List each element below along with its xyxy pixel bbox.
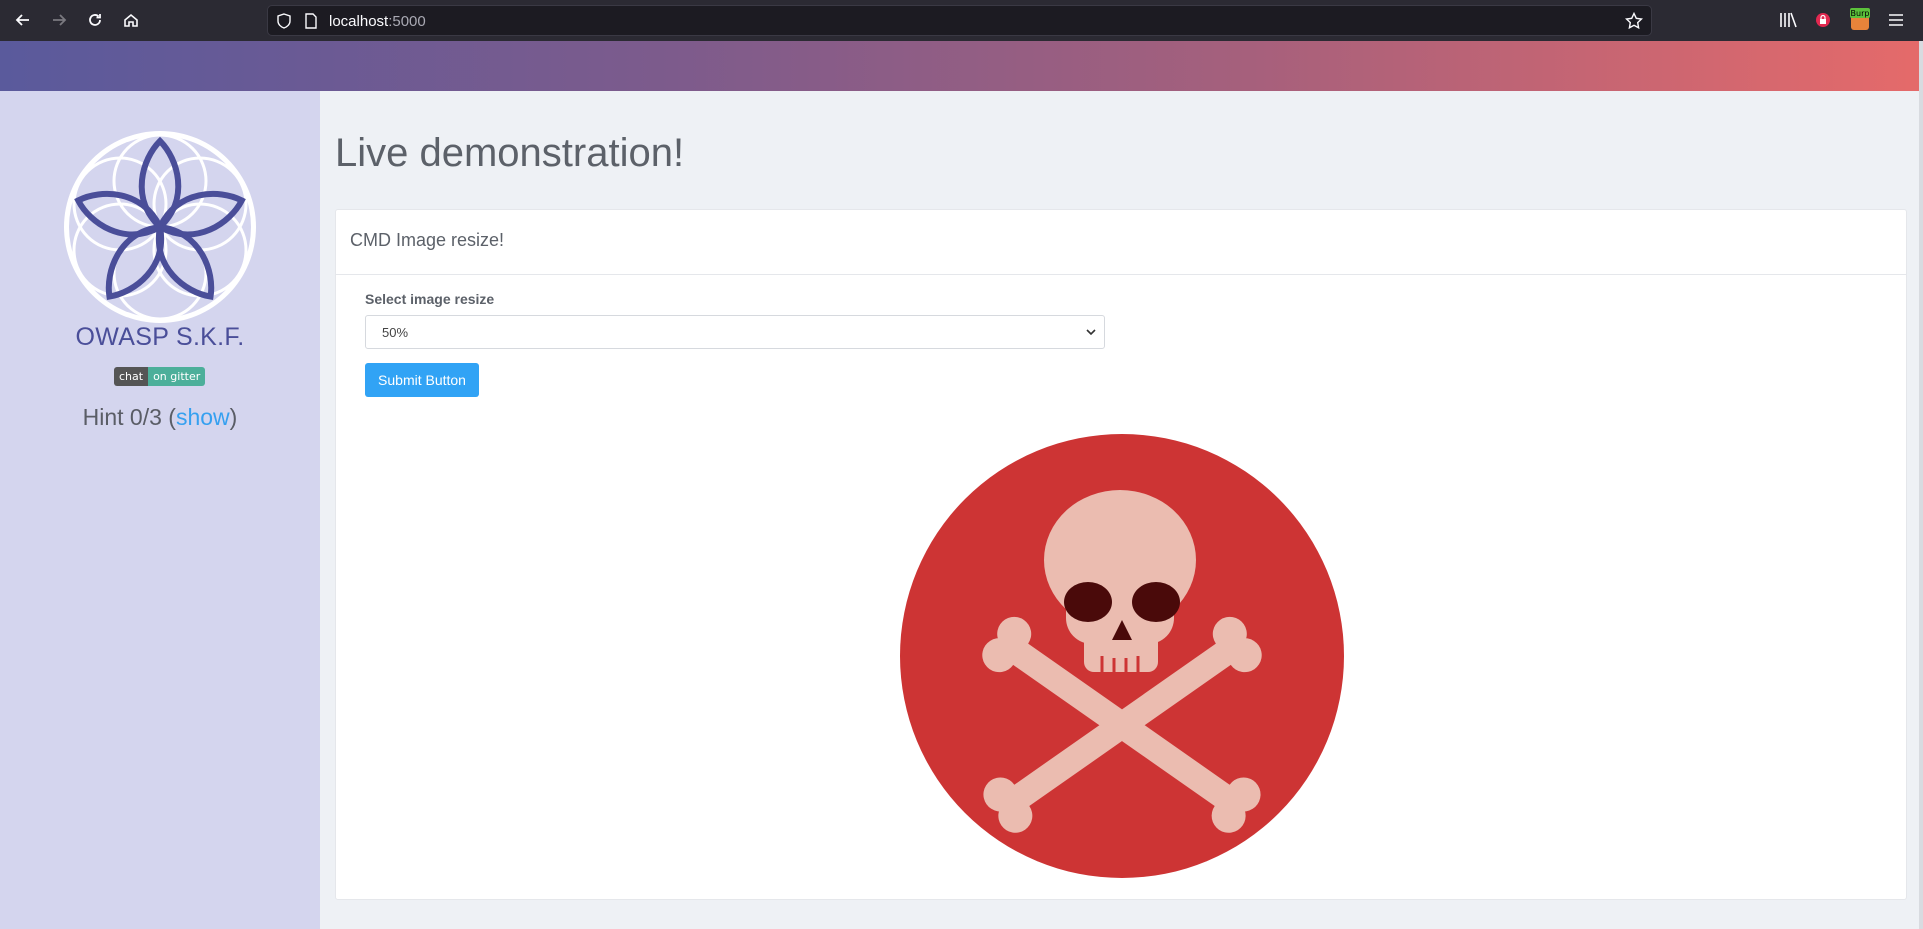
demo-card: CMD Image resize! Select image resize 50…	[335, 209, 1907, 900]
address-bar[interactable]: localhost:5000	[267, 5, 1652, 36]
url-host: localhost	[329, 13, 389, 30]
skull-crossbones-image	[900, 434, 1344, 878]
back-icon[interactable]	[10, 7, 36, 33]
browser-toolbar: localhost:5000 Burp	[0, 0, 1923, 41]
url-port: :5000	[388, 13, 426, 30]
sidebar: OWASP S.K.F. chat on gitter Hint 0/3 (sh…	[0, 91, 320, 929]
main-content: Live demonstration! CMD Image resize! Se…	[320, 91, 1923, 929]
brand-title: OWASP S.K.F.	[75, 323, 245, 351]
hint-counter: Hint 0/3 (show)	[0, 404, 320, 431]
bookmark-star-icon[interactable]	[1625, 12, 1643, 30]
page-info-icon[interactable]	[303, 13, 319, 29]
burp-extension-icon[interactable]: Burp	[1848, 8, 1872, 32]
page-title: Live demonstration!	[335, 131, 685, 175]
badge-gitter-label: on gitter	[148, 367, 206, 386]
reload-icon[interactable]	[82, 7, 108, 33]
gitter-chat-badge[interactable]: chat on gitter	[114, 367, 206, 386]
home-icon[interactable]	[118, 7, 144, 33]
select-label: Select image resize	[365, 291, 495, 307]
submit-button[interactable]: Submit Button	[365, 363, 479, 397]
scrollbar[interactable]	[1919, 41, 1923, 929]
forward-icon[interactable]	[46, 7, 72, 33]
show-hint-link[interactable]: show	[176, 404, 230, 430]
url-text[interactable]: localhost:5000	[329, 13, 426, 30]
chevron-down-icon	[1086, 329, 1096, 336]
image-resize-select[interactable]: 50%	[365, 315, 1105, 349]
owasp-skf-logo-icon	[64, 131, 256, 323]
library-icon[interactable]	[1776, 8, 1800, 32]
badge-chat-label: chat	[114, 367, 149, 386]
menu-icon[interactable]	[1884, 8, 1908, 32]
hint-prefix: Hint 0/3 (	[82, 404, 176, 430]
shield-icon[interactable]	[276, 13, 292, 29]
burp-badge-text: Burp	[1851, 9, 1870, 18]
top-banner	[0, 41, 1923, 91]
hint-suffix: )	[229, 404, 238, 430]
extension-lock-icon[interactable]	[1811, 8, 1835, 32]
select-value: 50%	[382, 325, 409, 340]
card-header: CMD Image resize!	[336, 210, 1906, 275]
